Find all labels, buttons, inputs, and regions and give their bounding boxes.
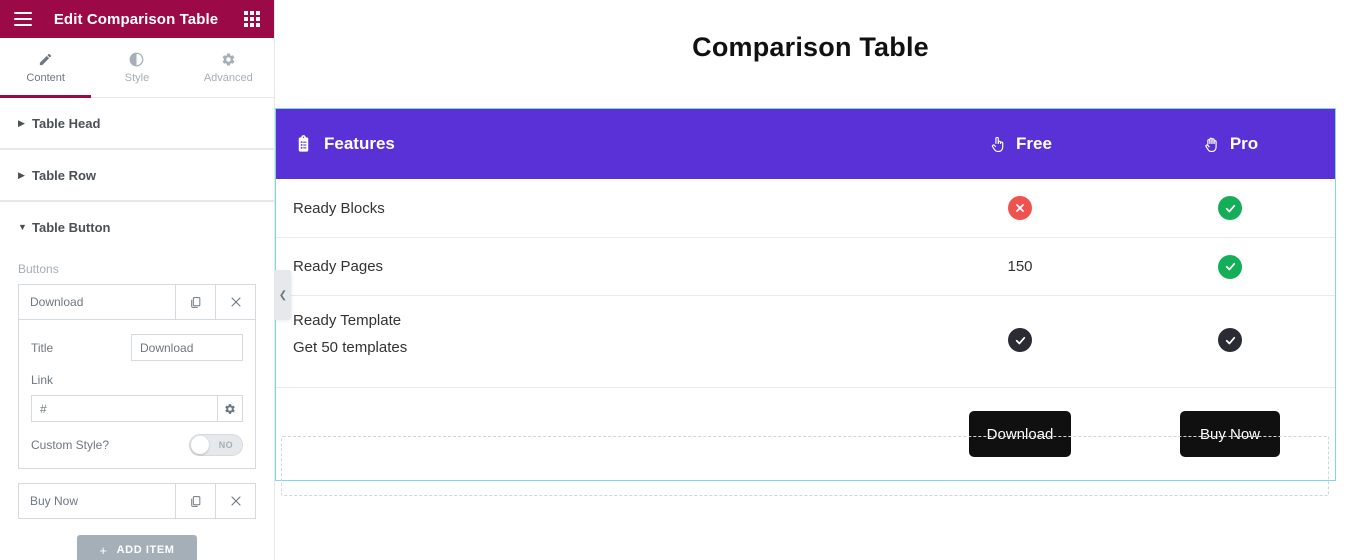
link-input[interactable] <box>31 395 217 422</box>
cross-circle-icon <box>1008 196 1032 220</box>
grid-apps-icon[interactable] <box>244 11 260 27</box>
table-row: Ready Pages 150 <box>276 238 1335 296</box>
gear-icon <box>221 52 236 67</box>
add-item-button[interactable]: + ADD ITEM <box>77 535 196 560</box>
chevron-right-icon: ▶ <box>18 119 32 128</box>
custom-style-toggle[interactable]: NO <box>189 434 243 456</box>
chevron-right-icon: ▶ <box>18 171 32 180</box>
empty-section-placeholder[interactable] <box>281 436 1329 496</box>
preview-canvas: Comparison Table <box>275 0 1346 560</box>
check-circle-icon <box>1218 196 1242 220</box>
row-pro-value <box>1125 196 1335 220</box>
comparison-table-widget[interactable]: Features Free <box>275 108 1336 481</box>
repeater-item-buy-now-title: Buy Now <box>19 484 175 518</box>
copy-icon[interactable] <box>175 285 215 319</box>
table-header-features: Features <box>276 134 915 154</box>
close-icon[interactable] <box>215 285 255 319</box>
section-table-head[interactable]: ▶ Table Head <box>0 98 274 148</box>
row-feature-label: Ready Pages <box>276 258 915 275</box>
panel-title: Edit Comparison Table <box>28 11 244 28</box>
add-item-wrap: + ADD ITEM <box>18 519 256 560</box>
table-row: Ready Blocks <box>276 179 1335 238</box>
tab-content[interactable]: Content <box>0 38 91 97</box>
raised-hand-icon <box>1202 135 1221 154</box>
toggle-knob <box>191 436 209 454</box>
row-feature-subtext: Get 50 templates <box>293 339 915 356</box>
row-feature-label: Ready Blocks <box>276 200 915 217</box>
pencil-icon <box>38 52 53 67</box>
check-circle-icon <box>1218 255 1242 279</box>
table-header-features-label: Features <box>324 134 395 154</box>
panel-body: ▶ Table Head ▶ Table Row ▼ Table Button … <box>0 98 274 560</box>
section-table-button-label: Table Button <box>32 220 110 235</box>
buttons-group-label: Buttons <box>18 262 256 276</box>
tab-style-label: Style <box>125 72 149 84</box>
control-link: Link <box>31 373 243 422</box>
chevron-left-icon: ❮ <box>279 290 287 301</box>
tab-style[interactable]: Style <box>91 38 182 97</box>
elementor-editor-screen: Edit Comparison Table Content Style <box>0 0 1346 560</box>
table-header-free: Free <box>915 134 1125 154</box>
panel-header: Edit Comparison Table <box>0 0 274 38</box>
row-feature-title: Ready Template <box>293 312 401 329</box>
chevron-down-icon: ▼ <box>18 223 32 232</box>
control-title: Title <box>31 334 243 361</box>
control-title-label: Title <box>31 341 131 355</box>
row-feature-label: Ready Template Get 50 templates <box>276 312 915 356</box>
repeater-item-download-title: Download <box>19 285 175 319</box>
row-free-value <box>915 196 1125 220</box>
contrast-circle-icon <box>129 52 144 67</box>
table-header-pro: Pro <box>1125 134 1335 154</box>
row-free-value <box>915 312 1125 352</box>
gear-icon[interactable] <box>217 395 243 422</box>
table-button-controls: Buttons Download <box>0 252 274 560</box>
repeater-item-buy-now[interactable]: Buy Now <box>18 483 256 519</box>
copy-icon[interactable] <box>175 484 215 518</box>
close-icon[interactable] <box>215 484 255 518</box>
row-pro-value <box>1125 255 1335 279</box>
editor-panel: Edit Comparison Table Content Style <box>0 0 275 560</box>
panel-collapse-handle[interactable]: ❮ <box>275 270 291 320</box>
row-pro-value <box>1125 312 1335 352</box>
section-table-head-label: Table Head <box>32 116 100 131</box>
check-circle-icon <box>1218 328 1242 352</box>
tab-advanced-label: Advanced <box>204 72 253 84</box>
panel-tabs: Content Style Advanced <box>0 38 274 98</box>
repeater-item-download-body: Title Link <box>18 320 256 469</box>
page-title: Comparison Table <box>275 0 1346 63</box>
add-item-label: ADD ITEM <box>117 544 175 556</box>
check-circle-icon <box>1008 328 1032 352</box>
section-table-row[interactable]: ▶ Table Row <box>0 150 274 200</box>
table-header-free-label: Free <box>1016 134 1052 154</box>
repeater-item-download[interactable]: Download <box>18 284 256 320</box>
control-link-label: Link <box>31 373 243 387</box>
table-row: Ready Template Get 50 templates <box>276 296 1335 388</box>
section-table-button[interactable]: ▼ Table Button <box>0 202 274 252</box>
clipboard-list-icon <box>294 135 313 154</box>
tab-advanced[interactable]: Advanced <box>183 38 274 97</box>
pointing-hand-icon <box>988 135 1007 154</box>
table-header-pro-label: Pro <box>1230 134 1258 154</box>
row-free-value: 150 <box>915 258 1125 275</box>
section-table-row-label: Table Row <box>32 168 96 183</box>
title-input[interactable] <box>131 334 243 361</box>
table-header-row: Features Free <box>276 109 1335 179</box>
tab-content-label: Content <box>26 72 65 84</box>
toggle-state-label: NO <box>219 440 242 450</box>
control-custom-style-label: Custom Style? <box>31 438 109 452</box>
control-custom-style: Custom Style? NO <box>31 434 243 456</box>
plus-icon: + <box>99 543 107 558</box>
